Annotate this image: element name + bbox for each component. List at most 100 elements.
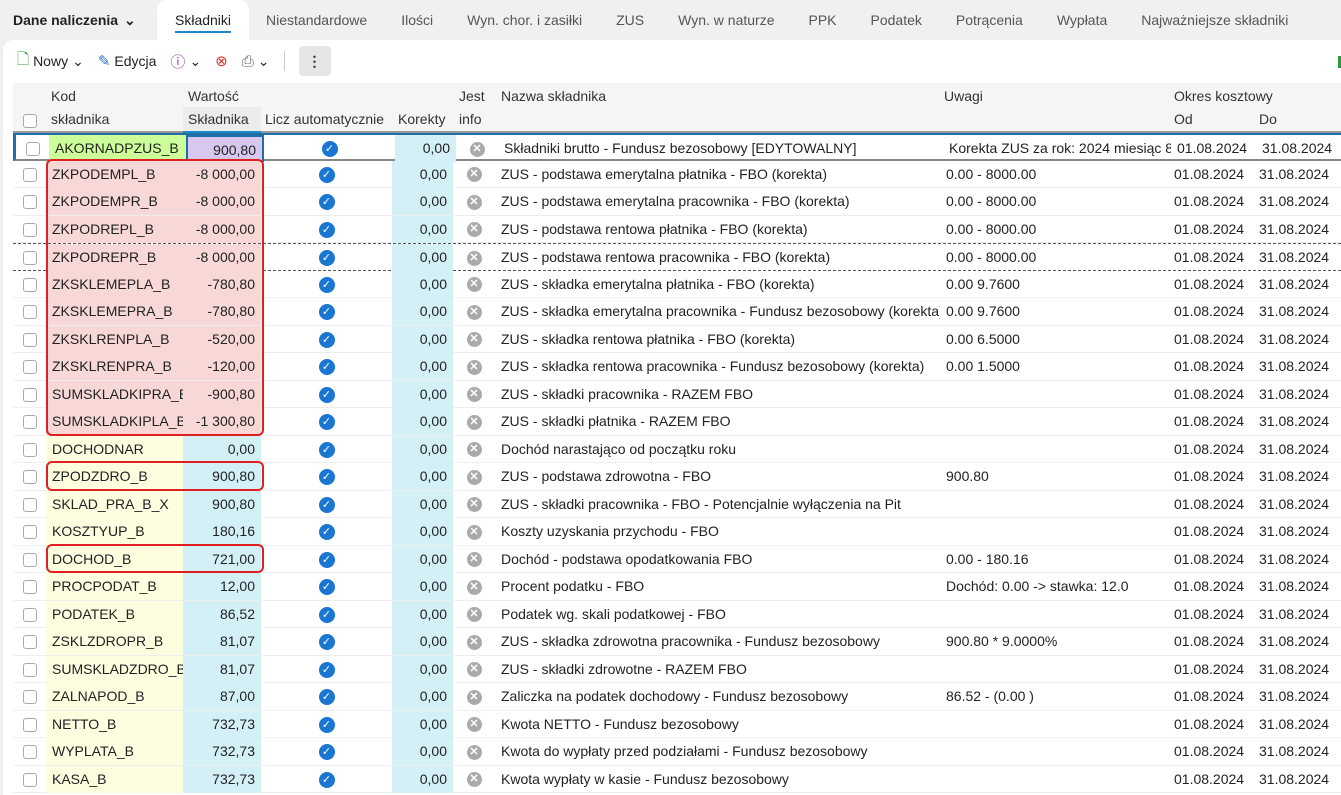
cell-licz[interactable]: ✓ xyxy=(261,381,392,408)
header-od[interactable]: Od xyxy=(1174,111,1193,127)
row-checkbox[interactable] xyxy=(13,436,46,463)
chevron-down-icon[interactable]: ⌄ xyxy=(72,53,84,70)
table-row[interactable]: ZKPODREPL_B -8 000,00 ✓ 0,00 ✕ ZUS - podstawa… xyxy=(13,215,1341,243)
cell-licz[interactable]: ✓ xyxy=(261,601,392,628)
header-kod[interactable]: Kod xyxy=(51,88,76,104)
chevron-down-icon[interactable]: ⌄ xyxy=(258,53,270,70)
cell-licz[interactable]: ✓ xyxy=(261,683,392,710)
table-row[interactable]: DOCHOD_B 721,00 ✓ 0,00 ✕ Dochód - podstawa op… xyxy=(13,545,1341,573)
header-jest-info[interactable]: Jest xyxy=(459,88,485,104)
header-licz-automatycznie[interactable]: Licz automatycznie xyxy=(265,111,384,127)
table-row[interactable]: PODATEK_B 86,52 ✓ 0,00 ✕ Podatek wg. skali po… xyxy=(13,600,1341,628)
header-uwagi[interactable]: Uwagi xyxy=(944,88,983,104)
cell-licz[interactable]: ✓ xyxy=(261,656,392,683)
dane-naliczenia-dropdown[interactable]: Dane naliczenia ⌄ xyxy=(0,12,157,29)
row-checkbox[interactable] xyxy=(13,766,46,793)
tab-10[interactable]: Najważniejsze składniki xyxy=(1124,0,1305,40)
table-row[interactable]: ZPODZDRO_B 900,80 ✓ 0,00 ✕ ZUS - podstawa zdr… xyxy=(13,463,1341,491)
tab-7[interactable]: Podatek xyxy=(854,0,939,40)
table-row[interactable]: KASA_B 732,73 ✓ 0,00 ✕ Kwota wypłaty w kasie … xyxy=(13,765,1341,793)
row-checkbox[interactable] xyxy=(13,408,46,435)
table-row[interactable]: ZKPODEMPR_B -8 000,00 ✓ 0,00 ✕ ZUS - podstawa… xyxy=(13,188,1341,216)
cell-licz[interactable]: ✓ xyxy=(261,463,392,490)
more-options-button[interactable]: ⋮ xyxy=(298,46,331,76)
table-row[interactable]: SUMSKLADZDRO_B 81,07 ✓ 0,00 ✕ ZUS - składki z… xyxy=(13,655,1341,683)
tab-1[interactable]: Niestandardowe xyxy=(249,0,384,40)
cell-licz[interactable]: ✓ xyxy=(261,766,392,793)
row-checkbox[interactable] xyxy=(13,353,46,380)
table-row[interactable]: SUMSKLADKIPLA_B -1 300,80 ✓ 0,00 ✕ ZUS - skła… xyxy=(13,408,1341,436)
header-jest-info-2[interactable]: info xyxy=(459,111,482,127)
table-row[interactable]: DOCHODNAR 0,00 ✓ 0,00 ✕ Dochód narastająco od… xyxy=(13,435,1341,463)
row-checkbox[interactable] xyxy=(13,271,46,298)
row-checkbox[interactable] xyxy=(13,326,46,353)
new-button[interactable]: 🗋 Nowy ⌄ xyxy=(17,49,84,74)
tab-6[interactable]: PPK xyxy=(791,0,853,40)
header-nazwa[interactable]: Nazwa składnika xyxy=(501,88,606,104)
table-row[interactable]: PROCPODAT_B 12,00 ✓ 0,00 ✕ Procent podatku - … xyxy=(13,573,1341,601)
table-row[interactable]: NETTO_B 732,73 ✓ 0,00 ✕ Kwota NETTO - Fundusz… xyxy=(13,710,1341,738)
row-checkbox[interactable] xyxy=(13,518,46,545)
tab-9[interactable]: Wypłata xyxy=(1040,0,1124,40)
row-checkbox[interactable] xyxy=(13,216,46,243)
row-checkbox[interactable] xyxy=(13,381,46,408)
row-checkbox[interactable] xyxy=(13,738,46,765)
cell-licz[interactable]: ✓ xyxy=(264,135,395,162)
table-row[interactable]: ZKSKLEMEPRA_B -780,80 ✓ 0,00 ✕ ZUS - składka … xyxy=(13,298,1341,326)
cell-licz[interactable]: ✓ xyxy=(261,491,392,518)
table-row[interactable]: ZKSKLRENPLA_B -520,00 ✓ 0,00 ✕ ZUS - składka … xyxy=(13,325,1341,353)
edit-button[interactable]: ✎ Edycja xyxy=(98,52,157,70)
cell-licz[interactable]: ✓ xyxy=(261,573,392,600)
row-checkbox[interactable] xyxy=(13,573,46,600)
table-row[interactable]: ZSKLZDROPR_B 81,07 ✓ 0,00 ✕ ZUS - składka zdr… xyxy=(13,628,1341,656)
row-checkbox[interactable] xyxy=(13,491,46,518)
row-checkbox[interactable] xyxy=(13,601,46,628)
header-korekty[interactable]: Korekty xyxy=(398,111,445,127)
tab-5[interactable]: Wyn. w naturze xyxy=(661,0,791,40)
row-checkbox[interactable] xyxy=(16,135,49,162)
cell-licz[interactable]: ✓ xyxy=(261,326,392,353)
info-button[interactable]: ⓘ ⌄ xyxy=(170,51,201,72)
row-checkbox[interactable] xyxy=(13,711,46,738)
cell-licz[interactable]: ✓ xyxy=(261,518,392,545)
row-checkbox[interactable] xyxy=(13,244,46,271)
header-skladnika[interactable]: Składnika xyxy=(183,107,261,133)
cell-licz[interactable]: ✓ xyxy=(261,161,392,188)
table-row[interactable]: SKLAD_PRA_B_X 900,80 ✓ 0,00 ✕ ZUS - składki p… xyxy=(13,490,1341,518)
row-checkbox[interactable] xyxy=(13,628,46,655)
tab-4[interactable]: ZUS xyxy=(599,0,661,40)
row-checkbox[interactable] xyxy=(13,656,46,683)
cell-licz[interactable]: ✓ xyxy=(261,546,392,573)
cell-licz[interactable]: ✓ xyxy=(261,408,392,435)
table-row[interactable]: ZKSKLEMEPLA_B -780,80 ✓ 0,00 ✕ ZUS - składka … xyxy=(13,270,1341,298)
table-row[interactable]: KOSZTYUP_B 180,16 ✓ 0,00 ✕ Koszty uzyskania p… xyxy=(13,518,1341,546)
table-row[interactable]: AKORNADPZUS_B 900,80 ✓ 0,00 ✕ Składniki brutt… xyxy=(13,133,1341,162)
delete-button[interactable]: ⊗ xyxy=(215,52,228,70)
table-row[interactable]: ZKPODREPR_B -8 000,00 ✓ 0,00 ✕ ZUS - podstawa… xyxy=(13,243,1341,271)
tab-8[interactable]: Potrącenia xyxy=(939,0,1040,40)
row-checkbox[interactable] xyxy=(13,546,46,573)
cell-licz[interactable]: ✓ xyxy=(261,353,392,380)
select-all-checkbox[interactable] xyxy=(23,114,37,128)
cell-licz[interactable]: ✓ xyxy=(261,188,392,215)
cell-licz[interactable]: ✓ xyxy=(261,436,392,463)
tab-3[interactable]: Wyn. chor. i zasiłki xyxy=(450,0,599,40)
cell-licz[interactable]: ✓ xyxy=(261,216,392,243)
table-row[interactable]: ZALNAPOD_B 87,00 ✓ 0,00 ✕ Zaliczka na podatek… xyxy=(13,683,1341,711)
row-checkbox[interactable] xyxy=(13,683,46,710)
table-row[interactable]: WYPLATA_B 732,73 ✓ 0,00 ✕ Kwota do wypłaty pr… xyxy=(13,738,1341,766)
cell-licz[interactable]: ✓ xyxy=(261,711,392,738)
cell-licz[interactable]: ✓ xyxy=(261,298,392,325)
cell-licz[interactable]: ✓ xyxy=(261,271,392,298)
cell-licz[interactable]: ✓ xyxy=(261,628,392,655)
tab-0[interactable]: Składniki xyxy=(157,0,250,40)
table-row[interactable]: ZKSKLRENPRA_B -120,00 ✓ 0,00 ✕ ZUS - składka … xyxy=(13,353,1341,381)
tab-2[interactable]: Ilości xyxy=(384,0,450,40)
table-row[interactable]: ZKPODEMPL_B -8 000,00 ✓ 0,00 ✕ ZUS - podstawa… xyxy=(13,160,1341,188)
print-button[interactable]: ⎙ ⌄ xyxy=(242,53,270,70)
chevron-down-icon[interactable]: ⌄ xyxy=(189,53,201,70)
cell-licz[interactable]: ✓ xyxy=(261,738,392,765)
cell-licz[interactable]: ✓ xyxy=(261,244,392,271)
row-checkbox[interactable] xyxy=(13,188,46,215)
table-row[interactable]: SUMSKLADKIPRA_B -900,80 ✓ 0,00 ✕ ZUS - składk… xyxy=(13,380,1341,408)
